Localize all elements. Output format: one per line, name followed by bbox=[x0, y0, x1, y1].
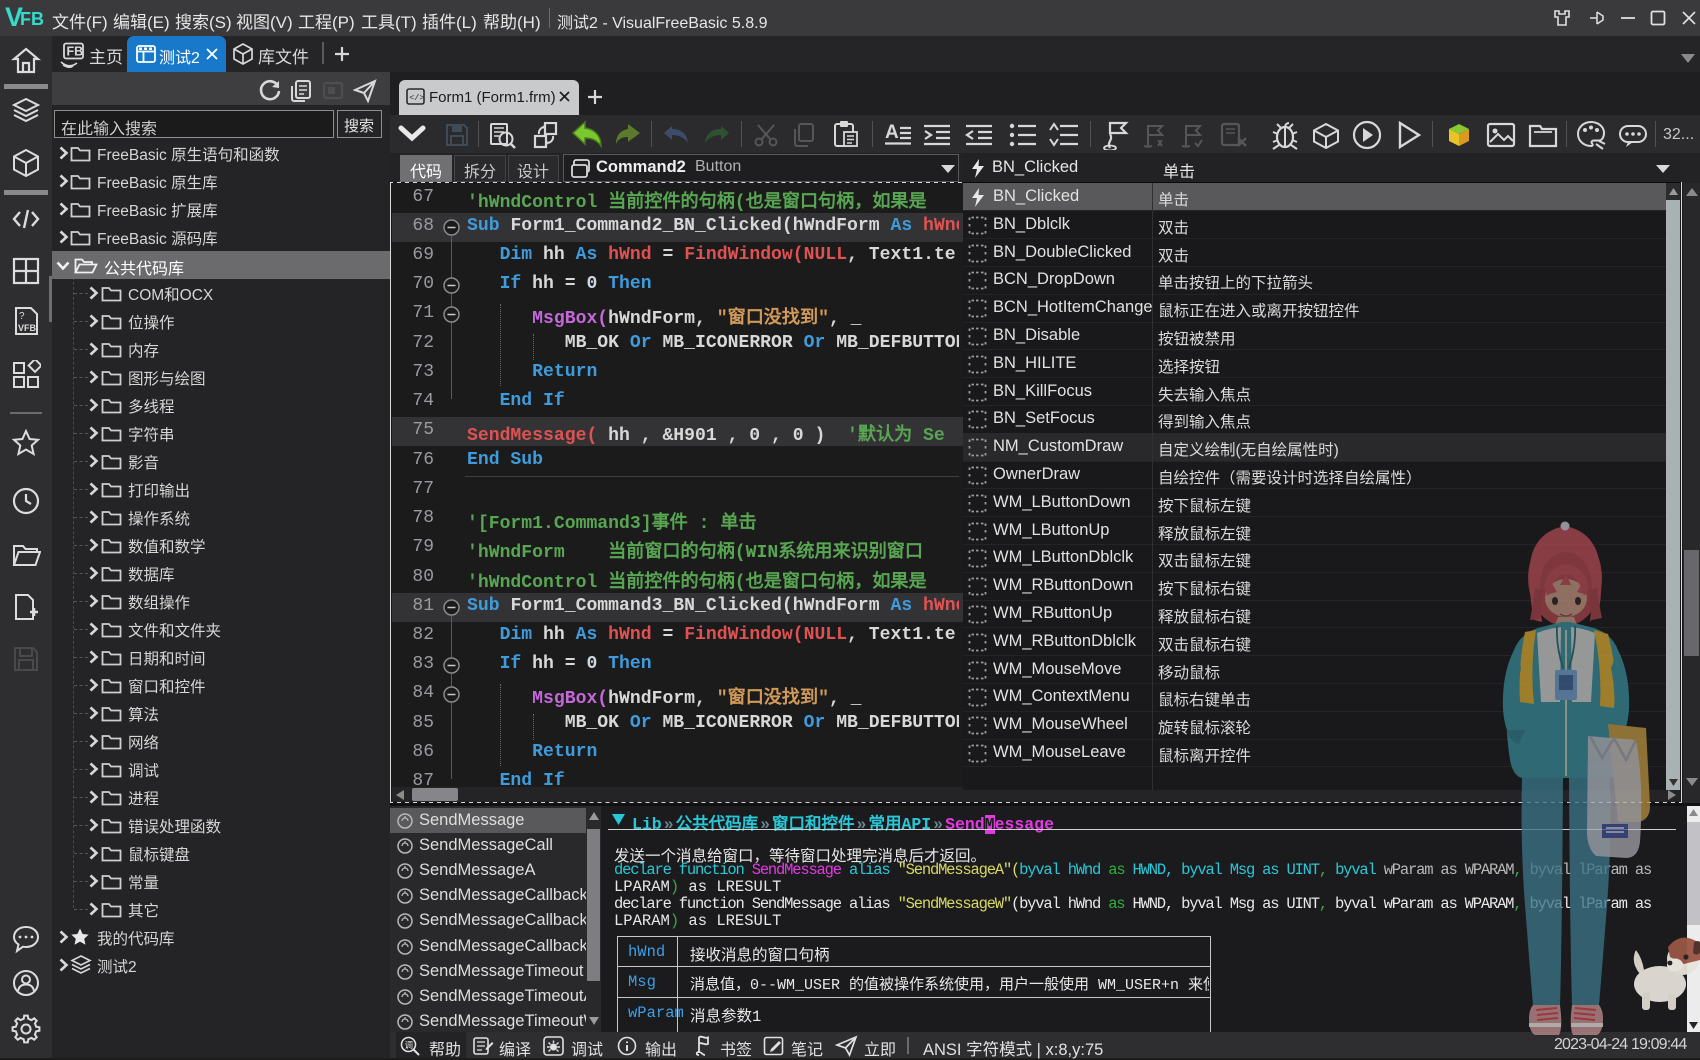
svg-text:FB: FB bbox=[67, 45, 84, 59]
svg-text:调: 调 bbox=[405, 1040, 414, 1050]
svg-text:</>: </> bbox=[409, 93, 424, 103]
svg-text:A: A bbox=[885, 122, 899, 143]
svg-text:VFB: VFB bbox=[18, 323, 37, 333]
svg-text:?: ? bbox=[19, 311, 25, 322]
